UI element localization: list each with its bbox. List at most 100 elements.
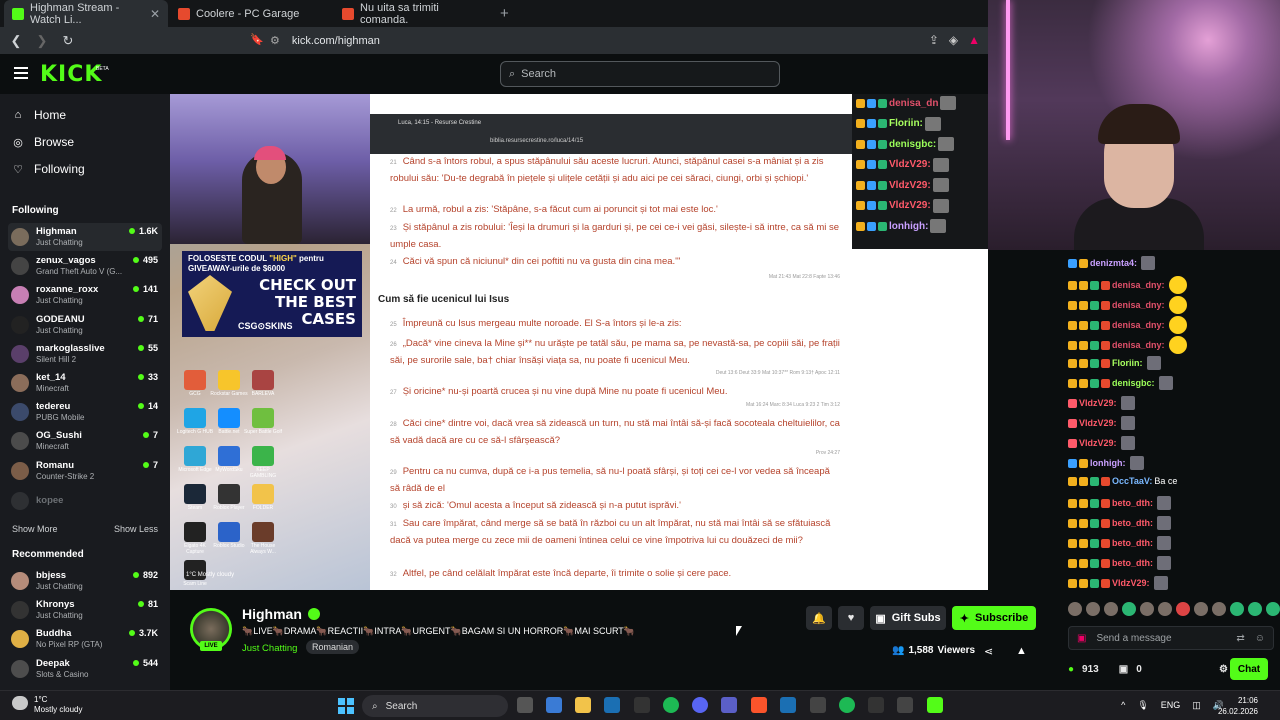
sidebar-channel[interactable]: Romanu Counter-Strike 2 7 [8, 457, 162, 485]
app-icon[interactable] [868, 697, 884, 713]
chat-username[interactable]: VldzV29: [1079, 438, 1117, 448]
sidebar-channel[interactable]: Highman Just Chatting 1.6K [8, 223, 162, 251]
language-indicator[interactable]: ENG [1161, 700, 1181, 711]
live-dot-icon [128, 630, 135, 637]
chat-username[interactable]: VldzV29: [1079, 398, 1117, 408]
taskbar-search[interactable]: ⌕ Search [362, 695, 508, 717]
notification-bell-button[interactable]: 🔔 [806, 606, 832, 630]
sidebar-channel[interactable]: ket_14 Minecraft 33 [8, 369, 162, 397]
gift-icon[interactable]: ▣ [1077, 633, 1086, 644]
weather-widget[interactable]: 1°C Mostly cloudy [34, 695, 82, 715]
sidebar-channel[interactable]: roxanne_roxx Just Chatting 141 [8, 281, 162, 309]
nav-following[interactable]: ♡ Following [12, 162, 85, 176]
reload-icon[interactable]: ↻ [58, 33, 78, 49]
epic-games-icon[interactable] [634, 697, 650, 713]
chat-username[interactable]: OccTaaV: [1112, 476, 1152, 486]
epic-games-icon-2[interactable] [897, 697, 913, 713]
chat-username[interactable]: VldzV29: [1079, 418, 1117, 428]
nav-home[interactable]: ⌂ Home [12, 108, 66, 122]
chat-username[interactable]: denisa_dny: [1112, 280, 1165, 290]
translate-icon[interactable]: ⇄ [1236, 633, 1244, 644]
obs-icon[interactable] [810, 697, 826, 713]
settings-icon[interactable]: ⚙ [1219, 664, 1228, 675]
tray-expand-icon[interactable]: ^ [1121, 700, 1125, 711]
site-info-icon[interactable]: ⚙ [270, 34, 280, 47]
task-view-icon[interactable] [517, 697, 533, 713]
share-icon[interactable]: ⋖ [984, 645, 993, 658]
chat-username[interactable]: beto_dth: [1112, 518, 1153, 528]
bible-webpage: Luca, 14:15 - Resurse Crestine biblia.re… [370, 94, 852, 590]
follow-button[interactable]: ♥ [838, 606, 864, 630]
sidebar-channel[interactable]: zenux_vagos Grand Theft Auto V (G... 495 [8, 252, 162, 280]
stream-category[interactable]: Just Chatting [242, 643, 297, 654]
sidebar-channel[interactable]: markoglasslive Silent Hill 2 55 [8, 340, 162, 368]
file-explorer-icon[interactable] [575, 697, 591, 713]
channel-offline[interactable]: kopee [8, 487, 162, 515]
spotify-icon-2[interactable] [839, 697, 855, 713]
tab-highman-stream[interactable]: Highman Stream - Watch Li... ✕ [4, 0, 168, 27]
chat-username[interactable]: denisa_dny: [1112, 300, 1165, 310]
chat-username[interactable]: denisa_dny: [1112, 320, 1165, 330]
gift-box-icon[interactable]: ▣ [1119, 664, 1128, 675]
close-tab-icon[interactable]: ✕ [150, 7, 160, 21]
sidebar-channel[interactable]: GODEANU Just Chatting 71 [8, 311, 162, 339]
sidebar-channel[interactable]: OG_Sushi Minecraft 7 [8, 427, 162, 455]
chat-username[interactable]: denisgbc: [1112, 378, 1155, 388]
sidebar-channel[interactable]: Khronys Just Chatting 81 [8, 596, 162, 624]
chat-input[interactable]: ▣ Send a message ⇄ ☺ [1068, 626, 1274, 650]
kick-icon[interactable] [927, 697, 943, 713]
microphone-icon[interactable]: 🎙 [1137, 700, 1148, 711]
steam-icon[interactable] [604, 697, 620, 713]
chat-username[interactable]: VldzV29: [1112, 578, 1150, 588]
chat-username[interactable]: Floriin: [1112, 358, 1143, 368]
menu-icon[interactable] [14, 67, 28, 79]
share-icon[interactable]: ⇪ [929, 33, 939, 47]
kick-logo[interactable]: KICK [40, 62, 102, 87]
chat-username[interactable]: denizmta4: [1090, 258, 1137, 268]
new-tab-icon[interactable]: + [500, 5, 509, 22]
chat-username[interactable]: beto_dth: [1112, 538, 1153, 548]
subscribe-button[interactable]: ✦ Subscribe [952, 606, 1036, 630]
network-icon[interactable]: ◫ [1192, 700, 1201, 711]
points-icon[interactable]: ● [1068, 664, 1074, 675]
spotify-icon[interactable] [663, 697, 679, 713]
url-field[interactable]: ⚙ kick.com/highman [270, 30, 970, 51]
clock[interactable]: 21:06 26.02.2026 [1218, 695, 1258, 717]
show-less-button[interactable]: Show Less [114, 524, 158, 534]
discord-icon[interactable] [692, 697, 708, 713]
report-icon[interactable]: ▲ [1016, 645, 1027, 657]
chat-username[interactable]: beto_dth: [1112, 498, 1153, 508]
bookmark-icon[interactable]: 🔖 [250, 33, 264, 46]
viewer-count: 👥 1,588 Viewers [892, 645, 975, 656]
show-more-button[interactable]: Show More [12, 524, 58, 534]
back-icon[interactable]: ❮ [6, 33, 26, 49]
steam-icon-2[interactable] [780, 697, 796, 713]
chat-send-button[interactable]: Chat [1230, 658, 1268, 680]
brave-icon[interactable] [751, 697, 767, 713]
forward-icon[interactable]: ❯ [32, 33, 52, 49]
chat-username[interactable]: denisa_dny: [1112, 340, 1165, 350]
search-input[interactable]: ⌕ Search [500, 61, 780, 87]
emoji-icon[interactable]: ☺ [1255, 633, 1265, 644]
sidebar-channel[interactable]: Deepak Slots & Casino 544 [8, 655, 162, 683]
microsoft-store-icon[interactable] [546, 697, 562, 713]
teams-icon[interactable] [721, 697, 737, 713]
viewer-count: 3.7K [128, 628, 158, 638]
windows-start-icon[interactable] [338, 698, 354, 714]
tab-coolere[interactable]: Coolere - PC Garage [170, 0, 334, 27]
brave-shield-icon[interactable]: ◈ [949, 33, 958, 47]
nav-browse[interactable]: ◎ Browse [12, 135, 74, 149]
gift-subs-button[interactable]: ▣ Gift Subs [870, 606, 946, 630]
chat-username[interactable]: beto_dth: [1112, 558, 1153, 568]
language-tag[interactable]: Romanian [306, 640, 360, 654]
sidebar-channel[interactable]: bbjess Just Chatting 892 [8, 567, 162, 595]
brave-rewards-icon[interactable]: ▲ [968, 33, 980, 47]
sidebar-channel[interactable]: tedereu PUBG Mobile 14 [8, 398, 162, 426]
video-player[interactable]: FOLOSESTE CODUL "HIGH" pentru GIVEAWAY-u… [170, 94, 988, 590]
channel-name: ket_14 [36, 372, 66, 383]
channel-category: Counter-Strike 2 [36, 471, 95, 481]
tab-comanda[interactable]: Nu uita sa trimiti comanda. [334, 0, 498, 27]
sidebar-channel[interactable]: Buddha No Pixel RP (GTA) 3.7K [8, 625, 162, 653]
chat-username[interactable]: lonhigh: [1090, 458, 1126, 468]
streamer-name[interactable]: Highman [242, 606, 302, 622]
